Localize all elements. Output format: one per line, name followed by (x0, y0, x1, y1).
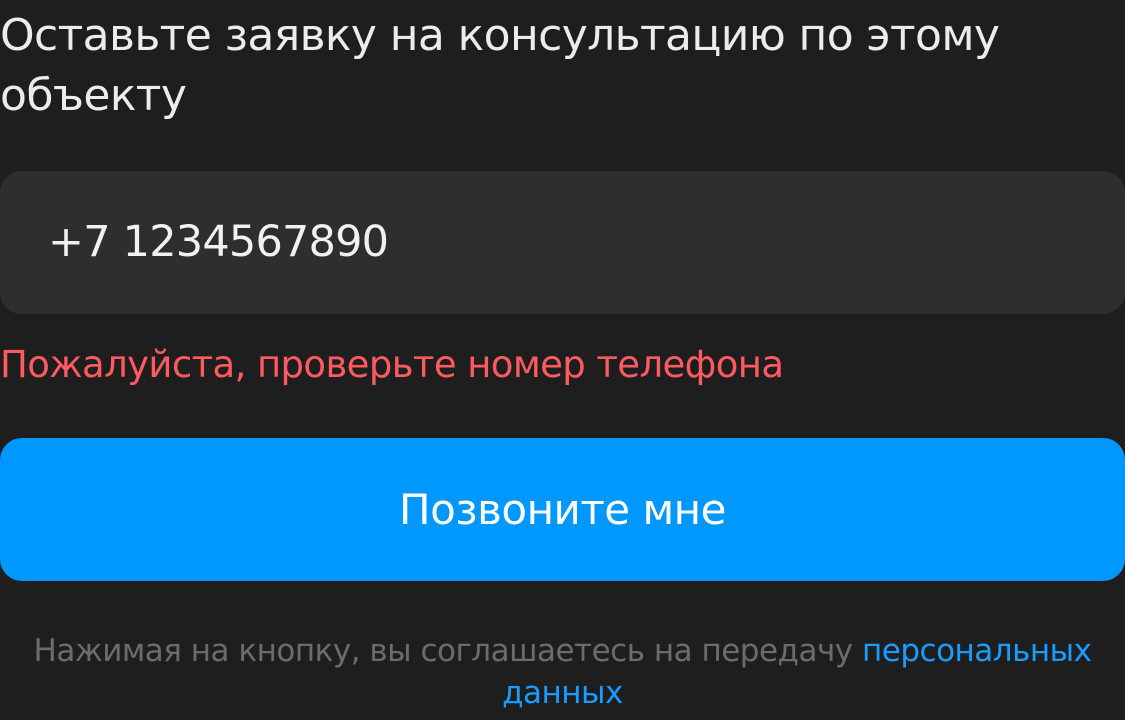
form-heading: Оставьте заявку на консультацию по этому… (0, 10, 1000, 121)
phone-input[interactable] (48, 216, 1048, 267)
call-me-button[interactable]: Позвоните мне (0, 438, 1125, 581)
consent-notice: Нажимая на кнопку, вы соглашаетесь на пе… (0, 630, 1125, 714)
consent-line-2: данных (0, 672, 1125, 714)
call-me-button-label: Позвоните мне (399, 485, 726, 534)
consent-text: Нажимая на кнопку, вы соглашаетесь на пе… (33, 633, 863, 669)
consent-line-1: Нажимая на кнопку, вы соглашаетесь на пе… (0, 630, 1125, 672)
phone-error-message: Пожалуйста, проверьте номер телефона (0, 343, 784, 386)
personal-data-link-continuation[interactable]: данных (502, 675, 623, 711)
personal-data-link[interactable]: персональных (862, 633, 1092, 669)
phone-field[interactable] (0, 171, 1125, 314)
